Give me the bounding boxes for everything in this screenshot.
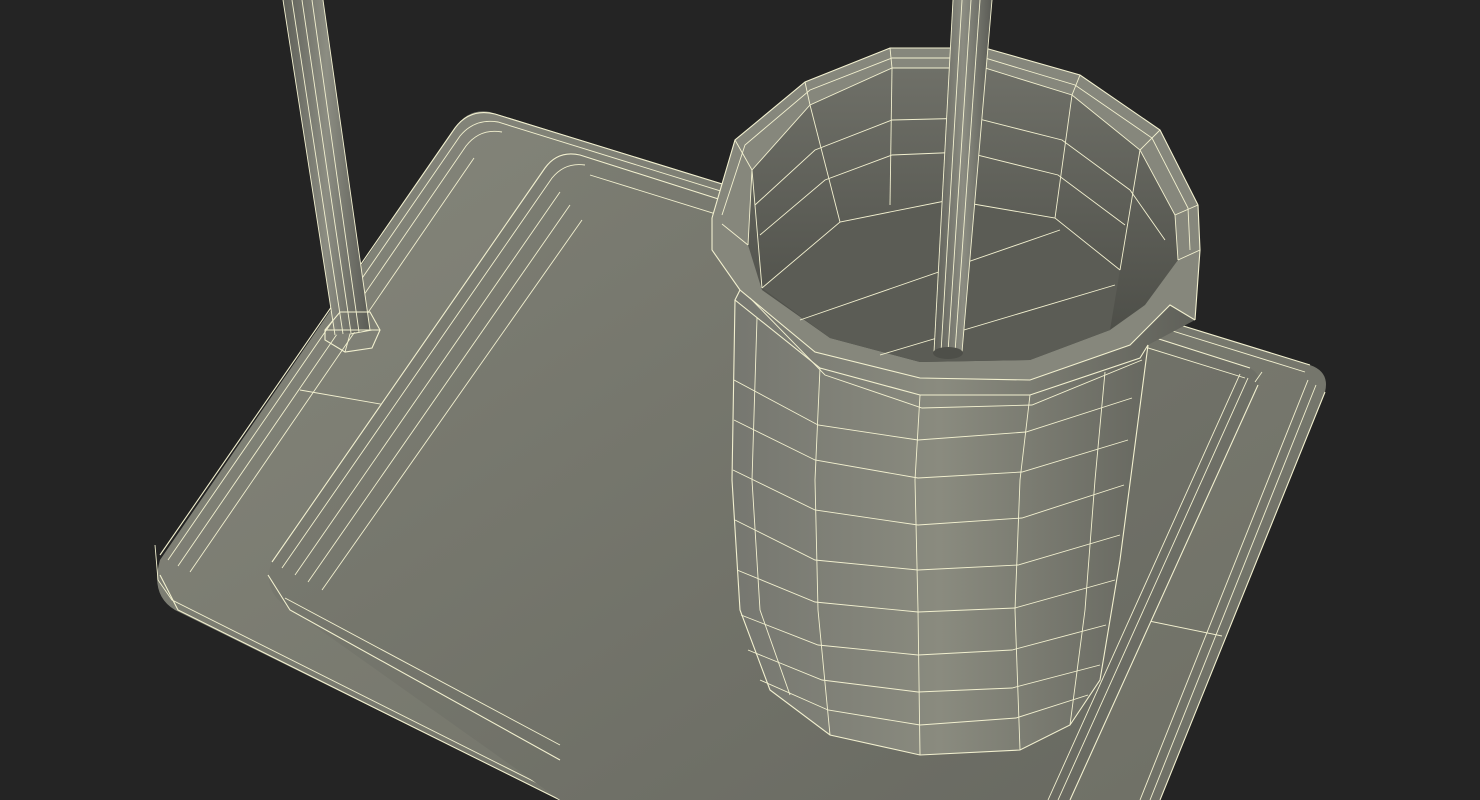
- support-rod: [282, 0, 371, 336]
- wireframe-render: [154, 0, 1326, 800]
- render-viewport: [0, 0, 1480, 800]
